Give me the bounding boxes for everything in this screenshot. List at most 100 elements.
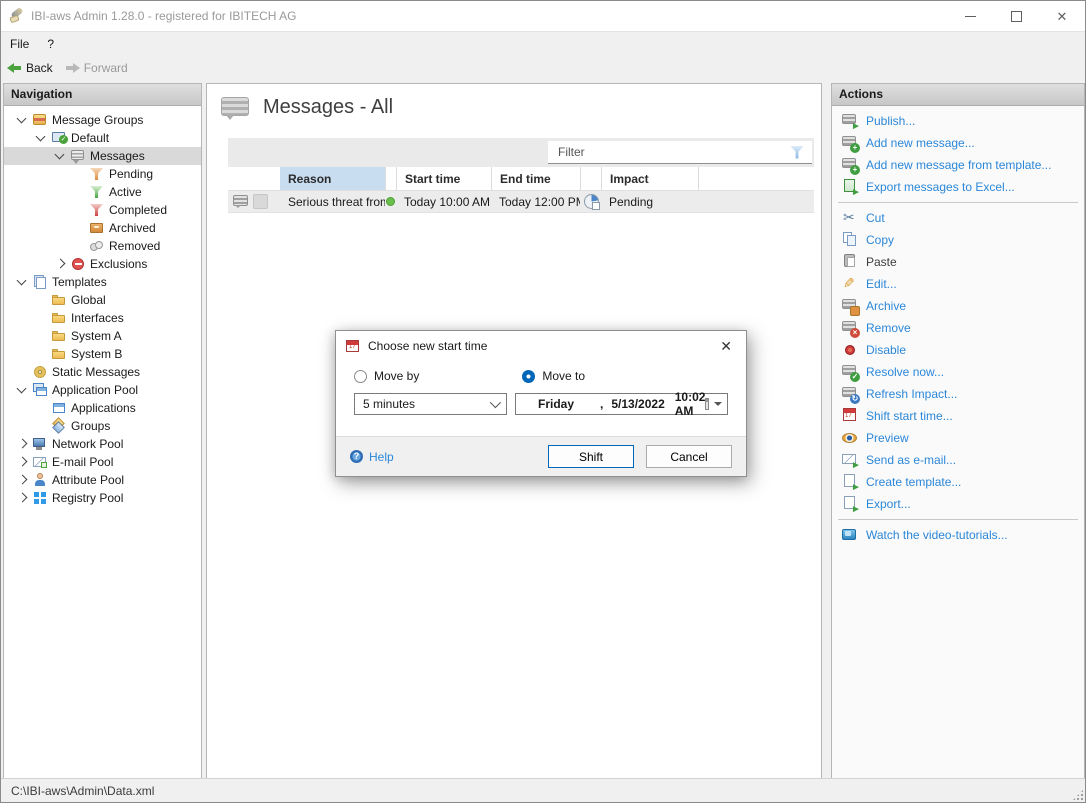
- tree-item-exclusions[interactable]: Exclusions: [4, 255, 201, 273]
- navigation-panel: Navigation Message Groups Default Messag…: [3, 83, 202, 779]
- action-remove[interactable]: Remove: [832, 317, 1084, 339]
- tree-item-removed[interactable]: Removed: [4, 237, 201, 255]
- maximize-button[interactable]: [993, 1, 1039, 31]
- action-watch-video-tutorials[interactable]: Watch the video-tutorials...: [832, 524, 1084, 546]
- action-send-as-email[interactable]: Send as e-mail...: [832, 449, 1084, 471]
- folder-icon: [51, 328, 67, 344]
- send-email-icon: [842, 452, 860, 468]
- tree-item-message-groups[interactable]: Message Groups: [4, 111, 201, 129]
- dialog-title: Choose new start time: [368, 339, 487, 353]
- tree-item-interfaces[interactable]: Interfaces: [4, 309, 201, 327]
- move-to-radio[interactable]: Move to: [522, 369, 585, 383]
- chevron-down-icon[interactable]: [52, 148, 70, 164]
- tree-item-attribute-pool[interactable]: Attribute Pool: [4, 471, 201, 489]
- chevron-right-icon[interactable]: [14, 472, 32, 488]
- menu-help[interactable]: ?: [38, 32, 63, 55]
- duration-select[interactable]: 5 minutes: [354, 393, 507, 415]
- tree-item-applications[interactable]: Applications: [4, 399, 201, 417]
- status-dot-icon: [386, 197, 395, 206]
- tree-item-messages[interactable]: Messages: [4, 147, 201, 165]
- column-header-impact[interactable]: Impact: [601, 167, 698, 190]
- table-row[interactable]: Serious threat from ... Today 10:00 AM T…: [228, 191, 814, 213]
- tree-item-application-pool[interactable]: Application Pool: [4, 381, 201, 399]
- minimize-icon: [965, 16, 976, 17]
- tree-item-static-messages[interactable]: Static Messages: [4, 363, 201, 381]
- tree-item-pending[interactable]: Pending: [4, 165, 201, 183]
- action-copy[interactable]: Copy: [832, 229, 1084, 251]
- app-windows-icon: [32, 382, 48, 398]
- action-add-new-message-from-template[interactable]: Add new message from template...: [832, 154, 1084, 176]
- shift-button[interactable]: Shift: [548, 445, 634, 468]
- move-by-radio[interactable]: Move by: [354, 369, 419, 383]
- chevron-right-icon[interactable]: [14, 454, 32, 470]
- tree-item-active[interactable]: Active: [4, 183, 201, 201]
- column-header-end-time[interactable]: End time: [491, 167, 580, 190]
- cancel-button[interactable]: Cancel: [646, 445, 732, 468]
- action-archive[interactable]: Archive: [832, 295, 1084, 317]
- chevron-down-icon[interactable]: [14, 274, 32, 290]
- forward-button[interactable]: Forward: [59, 57, 134, 79]
- action-disable[interactable]: Disable: [832, 339, 1084, 361]
- back-label: Back: [26, 61, 53, 75]
- filter-funnel-icon[interactable]: [790, 146, 804, 159]
- window-title: IBI-aws Admin 1.28.0 - registered for IB…: [31, 9, 296, 23]
- tree-item-default[interactable]: Default: [4, 129, 201, 147]
- tree-item-network-pool[interactable]: Network Pool: [4, 435, 201, 453]
- help-icon: ?: [350, 450, 363, 463]
- help-link[interactable]: ? Help: [350, 450, 394, 464]
- tree-item-email-pool[interactable]: E-mail Pool: [4, 453, 201, 471]
- datetime-picker[interactable]: Friday , 5/13/2022 10:02 AM: [515, 393, 728, 415]
- tree-item-system-a[interactable]: System A: [4, 327, 201, 345]
- archive-icon: [842, 298, 860, 314]
- add-message-from-template-icon: [842, 157, 860, 173]
- chevron-down-icon[interactable]: [14, 382, 32, 398]
- action-publish[interactable]: Publish...: [832, 110, 1084, 132]
- action-preview[interactable]: Preview: [832, 427, 1084, 449]
- action-export-messages-to-excel[interactable]: Export messages to Excel...: [832, 176, 1084, 198]
- action-export[interactable]: Export...: [832, 493, 1084, 515]
- cell-start-time: Today 10:00 AM: [396, 195, 491, 209]
- filter-input[interactable]: [548, 145, 790, 159]
- back-arrow-icon: [7, 62, 22, 74]
- tree-item-system-b[interactable]: System B: [4, 345, 201, 363]
- radio-unchecked-icon[interactable]: [354, 370, 367, 383]
- funnel-red-icon: [89, 202, 105, 218]
- chevron-down-icon[interactable]: [33, 130, 51, 146]
- action-edit[interactable]: Edit...: [832, 273, 1084, 295]
- chevron-right-icon[interactable]: [14, 490, 32, 506]
- calendar-picker-icon[interactable]: [705, 398, 709, 410]
- tree-item-templates[interactable]: Templates: [4, 273, 201, 291]
- action-add-new-message[interactable]: Add new message...: [832, 132, 1084, 154]
- tree-item-global[interactable]: Global: [4, 291, 201, 309]
- chevron-down-icon[interactable]: [14, 112, 32, 128]
- dialog-close-button[interactable]: ✕: [716, 336, 736, 357]
- menu-file[interactable]: File: [1, 32, 38, 55]
- chevron-right-icon[interactable]: [14, 436, 32, 452]
- forward-label: Forward: [84, 61, 128, 75]
- archive-box-icon: [89, 220, 105, 236]
- resize-grip[interactable]: [1072, 789, 1084, 801]
- dropdown-arrow-icon[interactable]: [714, 402, 722, 406]
- disable-icon: [842, 342, 860, 358]
- column-header-start-time[interactable]: Start time: [396, 167, 491, 190]
- tree-item-registry-pool[interactable]: Registry Pool: [4, 489, 201, 507]
- tree-item-groups[interactable]: Groups: [4, 417, 201, 435]
- maximize-icon: [1011, 11, 1022, 22]
- action-refresh-impact[interactable]: Refresh Impact...: [832, 383, 1084, 405]
- back-button[interactable]: Back: [1, 57, 59, 79]
- tree-item-completed[interactable]: Completed: [4, 201, 201, 219]
- action-resolve-now[interactable]: Resolve now...: [832, 361, 1084, 383]
- filter-box: [548, 141, 812, 164]
- tree-item-archived[interactable]: Archived: [4, 219, 201, 237]
- action-shift-start-time[interactable]: Shift start time...: [832, 405, 1084, 427]
- minimize-button[interactable]: [947, 1, 993, 31]
- column-header-reason[interactable]: Reason: [280, 167, 385, 190]
- action-create-template[interactable]: Create template...: [832, 471, 1084, 493]
- close-button[interactable]: ✕: [1039, 1, 1085, 31]
- chevron-right-icon[interactable]: [52, 256, 70, 272]
- action-paste[interactable]: Paste: [832, 251, 1084, 273]
- action-cut[interactable]: Cut: [832, 207, 1084, 229]
- radio-checked-icon[interactable]: [522, 370, 535, 383]
- refresh-impact-icon: [842, 386, 860, 402]
- dialog-title-bar: Choose new start time ✕: [336, 331, 746, 361]
